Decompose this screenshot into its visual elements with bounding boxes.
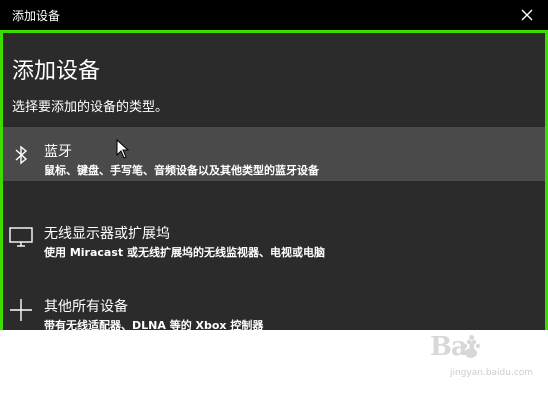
option-bluetooth-name: 蓝牙: [44, 144, 72, 160]
option-bluetooth-description: 鼠标、键盘、手写笔、音频设备以及其他类型的蓝牙设备: [44, 164, 319, 177]
screen: 添加设备 添加设备 选择要添加的设备的类型。 蓝牙 鼠标、键盘、手写笔、音频设备…: [0, 0, 548, 400]
option-wireless-display-name: 无线显示器或扩展坞: [44, 226, 170, 242]
baidu-watermark: Bai jingyan.baidu.com: [420, 330, 540, 390]
window-title: 添加设备: [12, 9, 61, 23]
plus-icon: [10, 299, 32, 321]
title-bar: 添加设备: [0, 0, 548, 30]
monitor-icon: [9, 227, 33, 247]
dialog-subheading: 选择要添加的设备的类型。: [12, 100, 169, 115]
dialog-heading: 添加设备: [12, 59, 101, 84]
option-everything-else[interactable]: 其他所有设备 带有无线适配器、DLNA 等的 Xbox 控制器: [3, 282, 545, 330]
close-icon[interactable]: [520, 8, 534, 22]
option-everything-else-description: 带有无线适配器、DLNA 等的 Xbox 控制器: [44, 319, 264, 330]
bluetooth-icon: [15, 145, 28, 165]
watermark-url: jingyan.baidu.com: [450, 368, 534, 378]
option-everything-else-name: 其他所有设备: [44, 299, 128, 315]
paw-logo-icon: [462, 339, 481, 358]
mouse-pointer-icon: [116, 139, 130, 159]
option-bluetooth[interactable]: 蓝牙 鼠标、键盘、手写笔、音频设备以及其他类型的蓝牙设备: [3, 127, 545, 181]
add-device-dialog: 添加设备 选择要添加的设备的类型。 蓝牙 鼠标、键盘、手写笔、音频设备以及其他类…: [0, 30, 548, 330]
option-wireless-display[interactable]: 无线显示器或扩展坞 使用 Miracast 或无线扩展坞的无线监视器、电视或电脑: [3, 209, 545, 263]
option-wireless-display-description: 使用 Miracast 或无线扩展坞的无线监视器、电视或电脑: [44, 246, 325, 259]
